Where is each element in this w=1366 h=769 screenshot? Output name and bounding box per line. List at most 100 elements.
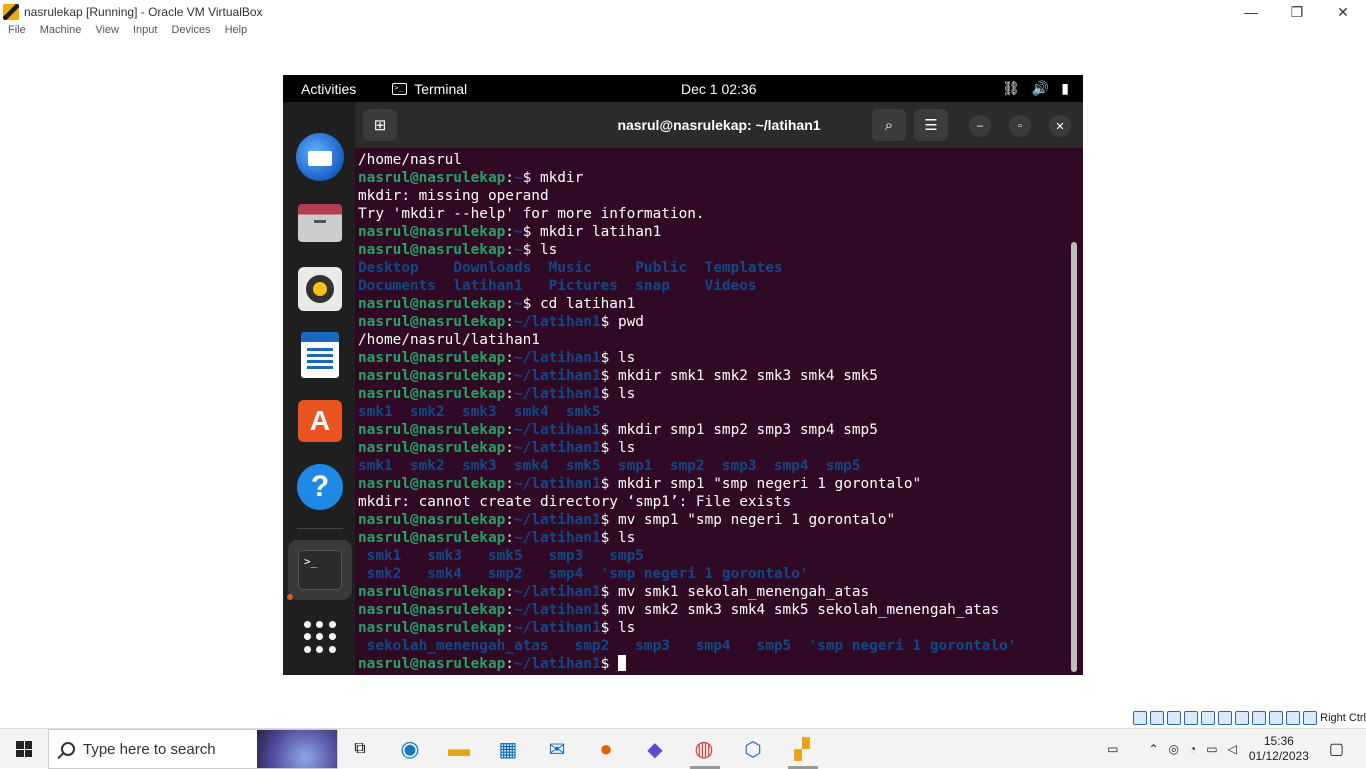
terminal-scrollbar[interactable] bbox=[1071, 242, 1077, 672]
chevron-up-icon[interactable]: ⌃ bbox=[1148, 742, 1158, 756]
dock-help[interactable]: ? bbox=[295, 462, 345, 512]
prompt-path: ~/latihan1 bbox=[513, 350, 601, 366]
terminal-command-line: nasrul@nasrulekap:~/latihan1$ ls bbox=[358, 619, 1070, 637]
minimize-window-button[interactable]: – bbox=[969, 115, 991, 137]
dock-libreoffice-writer[interactable] bbox=[295, 330, 345, 380]
dock-terminal[interactable]: >_ bbox=[288, 540, 352, 600]
dock-ubuntu-software[interactable]: A bbox=[295, 396, 345, 446]
prompt-separator: : bbox=[505, 602, 514, 618]
prompt-user: nasrul@nasrulekap bbox=[358, 422, 506, 438]
wifi-icon[interactable]: ◔ bbox=[1189, 742, 1196, 756]
app-grid-icon bbox=[304, 621, 336, 653]
speaker-icon[interactable]: ◁ bbox=[1228, 742, 1237, 756]
taskbar-chrome[interactable]: ◍ bbox=[690, 735, 718, 763]
command-text: cd latihan1 bbox=[539, 296, 636, 312]
dock-rhythmbox[interactable] bbox=[295, 264, 345, 314]
maximize-window-button[interactable]: ▫ bbox=[1009, 115, 1031, 137]
dock-files[interactable] bbox=[295, 198, 345, 248]
battery-icon[interactable]: ▭ bbox=[1206, 742, 1217, 756]
command-text: ls bbox=[617, 530, 636, 546]
taskbar-virtualbox-manager[interactable]: ⬡ bbox=[739, 735, 767, 763]
gnome-clock[interactable]: Dec 1 02:36 bbox=[681, 81, 757, 97]
vbox-window-title: nasrulekap [Running] - Oracle VM Virtual… bbox=[24, 5, 263, 19]
optical-drive-icon[interactable] bbox=[1150, 711, 1165, 725]
taskbar-mail[interactable]: ✉ bbox=[543, 735, 571, 763]
prompt-separator: : bbox=[505, 620, 514, 636]
task-view-icon: ⧉ bbox=[354, 740, 366, 757]
terminal-command-line: nasrul@nasrulekap:~/latihan1$ ls bbox=[358, 349, 1070, 367]
taskbar-store[interactable]: ▦ bbox=[494, 735, 522, 763]
terminal-output[interactable]: /home/nasrul nasrul@nasrulekap:~$ mkdir mk… bbox=[358, 151, 1070, 673]
cpu-icon[interactable] bbox=[1269, 711, 1284, 725]
menu-machine[interactable]: Machine bbox=[40, 24, 82, 42]
restore-button[interactable]: ❐ bbox=[1274, 0, 1320, 24]
usb-icon[interactable] bbox=[1201, 711, 1216, 725]
display-icon[interactable] bbox=[1235, 711, 1250, 725]
maximize-icon: ▫ bbox=[1018, 120, 1022, 132]
terminal-command-line: nasrul@nasrulekap:~/latihan1$ mkdir smk1… bbox=[358, 367, 1070, 385]
taskbar-vm-window[interactable]: ▞ bbox=[788, 735, 816, 763]
taskbar-firefox[interactable]: ● bbox=[592, 735, 620, 763]
terminal-command-line: nasrul@nasrulekap:~/latihan1$ mkdir smp1… bbox=[358, 421, 1070, 439]
prompt-symbol: $ bbox=[600, 656, 618, 672]
command-text: mv smp1 "smp negeri 1 gorontalo" bbox=[617, 512, 896, 528]
close-button[interactable]: ✕ bbox=[1320, 0, 1366, 24]
prompt-user: nasrul@nasrulekap bbox=[358, 584, 506, 600]
activities-button[interactable]: Activities bbox=[301, 81, 356, 97]
audio-icon[interactable] bbox=[1167, 711, 1182, 725]
command-text: mkdir smk1 smk2 smk3 smk4 smk5 bbox=[617, 368, 878, 384]
taskbar-clock[interactable]: 15:36 01/12/2023 bbox=[1249, 734, 1309, 764]
dock-separator bbox=[297, 528, 343, 529]
prompt-path: ~/latihan1 bbox=[513, 476, 601, 492]
search-button[interactable]: ⌕ bbox=[872, 109, 906, 141]
system-tray[interactable]: ⛓ 🔊 ▮ bbox=[1002, 80, 1069, 97]
virtualbox-icon bbox=[3, 4, 19, 20]
menu-button[interactable]: ☰ bbox=[914, 109, 948, 141]
vm-screen[interactable]: Activities >_ Terminal Dec 1 02:36 ⛓ 🔊 ▮… bbox=[283, 75, 1083, 675]
menu-input[interactable]: Input bbox=[133, 24, 157, 42]
search-icon: ⌕ bbox=[884, 116, 894, 134]
menu-help[interactable]: Help bbox=[225, 24, 248, 42]
keyboard-icon[interactable] bbox=[1303, 711, 1318, 725]
show-applications-button[interactable] bbox=[295, 612, 345, 662]
app-menu-terminal[interactable]: >_ Terminal bbox=[392, 81, 467, 97]
menu-devices[interactable]: Devices bbox=[171, 24, 210, 42]
hard-disk-icon[interactable] bbox=[1133, 711, 1148, 725]
files-icon bbox=[298, 204, 342, 242]
prompt-separator: : bbox=[505, 422, 514, 438]
webcam-icon[interactable]: ◎ bbox=[1169, 742, 1179, 756]
terminal-command-line: nasrul@nasrulekap:~/latihan1$ ls bbox=[358, 529, 1070, 547]
terminal-command-line: nasrul@nasrulekap:~/latihan1$ mkdir smp1… bbox=[358, 475, 1070, 493]
terminal-command-line: nasrul@nasrulekap:~/latihan1$ mv smp1 "s… bbox=[358, 511, 1070, 529]
task-view-button[interactable]: ⧉ bbox=[346, 735, 374, 763]
taskbar-edge[interactable]: ◉ bbox=[396, 735, 424, 763]
prompt-path: ~/latihan1 bbox=[513, 314, 601, 330]
menu-view[interactable]: View bbox=[95, 24, 119, 42]
minimize-button[interactable]: — bbox=[1228, 0, 1274, 24]
taskbar-search[interactable]: Type here to search bbox=[48, 729, 338, 769]
prompt-path: ~/latihan1 bbox=[513, 656, 601, 672]
notifications-icon[interactable]: ▢ bbox=[1329, 739, 1344, 759]
menu-file[interactable]: File bbox=[8, 24, 26, 42]
start-button[interactable] bbox=[0, 729, 48, 769]
close-window-button[interactable]: ✕ bbox=[1049, 115, 1071, 137]
prompt-separator: : bbox=[505, 224, 514, 240]
recording-icon[interactable] bbox=[1252, 711, 1267, 725]
prompt-path: ~/latihan1 bbox=[513, 512, 601, 528]
virtualbox-cube-icon: ⬡ bbox=[744, 738, 762, 761]
network-adapter-icon[interactable] bbox=[1184, 711, 1199, 725]
edge-icon: ◉ bbox=[400, 736, 420, 761]
mouse-integration-icon[interactable] bbox=[1286, 711, 1301, 725]
prompt-symbol: $ bbox=[522, 170, 540, 186]
keyboard-layout-icon[interactable]: ▭ bbox=[1107, 742, 1118, 756]
app-menu-label: Terminal bbox=[414, 80, 468, 97]
shared-folders-icon[interactable] bbox=[1218, 711, 1233, 725]
directory-listing: Documents latihan1 Pictures snap Videos bbox=[358, 278, 757, 294]
prompt-symbol: $ bbox=[600, 530, 618, 546]
taskbar-app[interactable]: ◆ bbox=[641, 735, 669, 763]
terminal-window[interactable]: ⊞ nasrul@nasrulekap: ~/latihan1 ⌕ ☰ – ▫ … bbox=[355, 102, 1083, 675]
prompt-path: ~/latihan1 bbox=[513, 422, 601, 438]
taskbar-file-explorer[interactable]: ▬ bbox=[445, 735, 473, 763]
dock-thunderbird[interactable] bbox=[295, 132, 345, 182]
terminal-icon: >_ bbox=[298, 550, 342, 590]
